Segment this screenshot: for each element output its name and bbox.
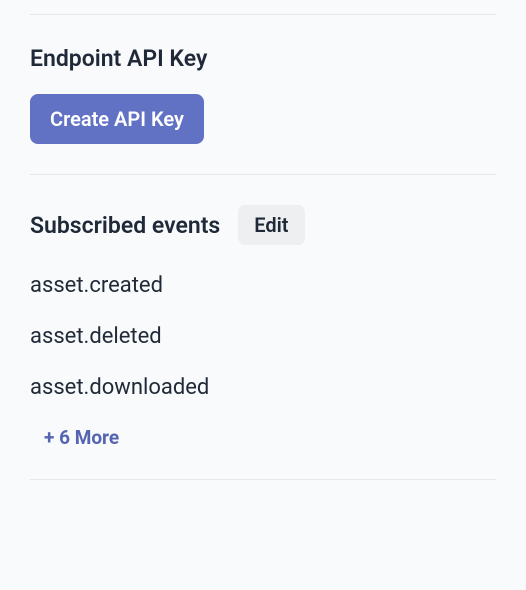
create-api-key-button[interactable]: Create API Key	[30, 94, 204, 144]
events-section-header: Subscribed events Edit	[30, 205, 496, 245]
subscribed-events-section: Subscribed events Edit asset.created ass…	[30, 175, 496, 479]
show-more-events-link[interactable]: + 6 More	[44, 426, 119, 449]
section-divider	[30, 479, 496, 480]
events-section-title: Subscribed events	[30, 212, 220, 239]
api-key-section: Endpoint API Key Create API Key	[30, 15, 496, 174]
event-list: asset.created asset.deleted asset.downlo…	[30, 273, 496, 400]
edit-events-button[interactable]: Edit	[238, 205, 304, 245]
event-item: asset.downloaded	[30, 375, 496, 400]
event-item: asset.deleted	[30, 324, 496, 349]
api-key-section-title: Endpoint API Key	[30, 45, 496, 72]
event-item: asset.created	[30, 273, 496, 298]
